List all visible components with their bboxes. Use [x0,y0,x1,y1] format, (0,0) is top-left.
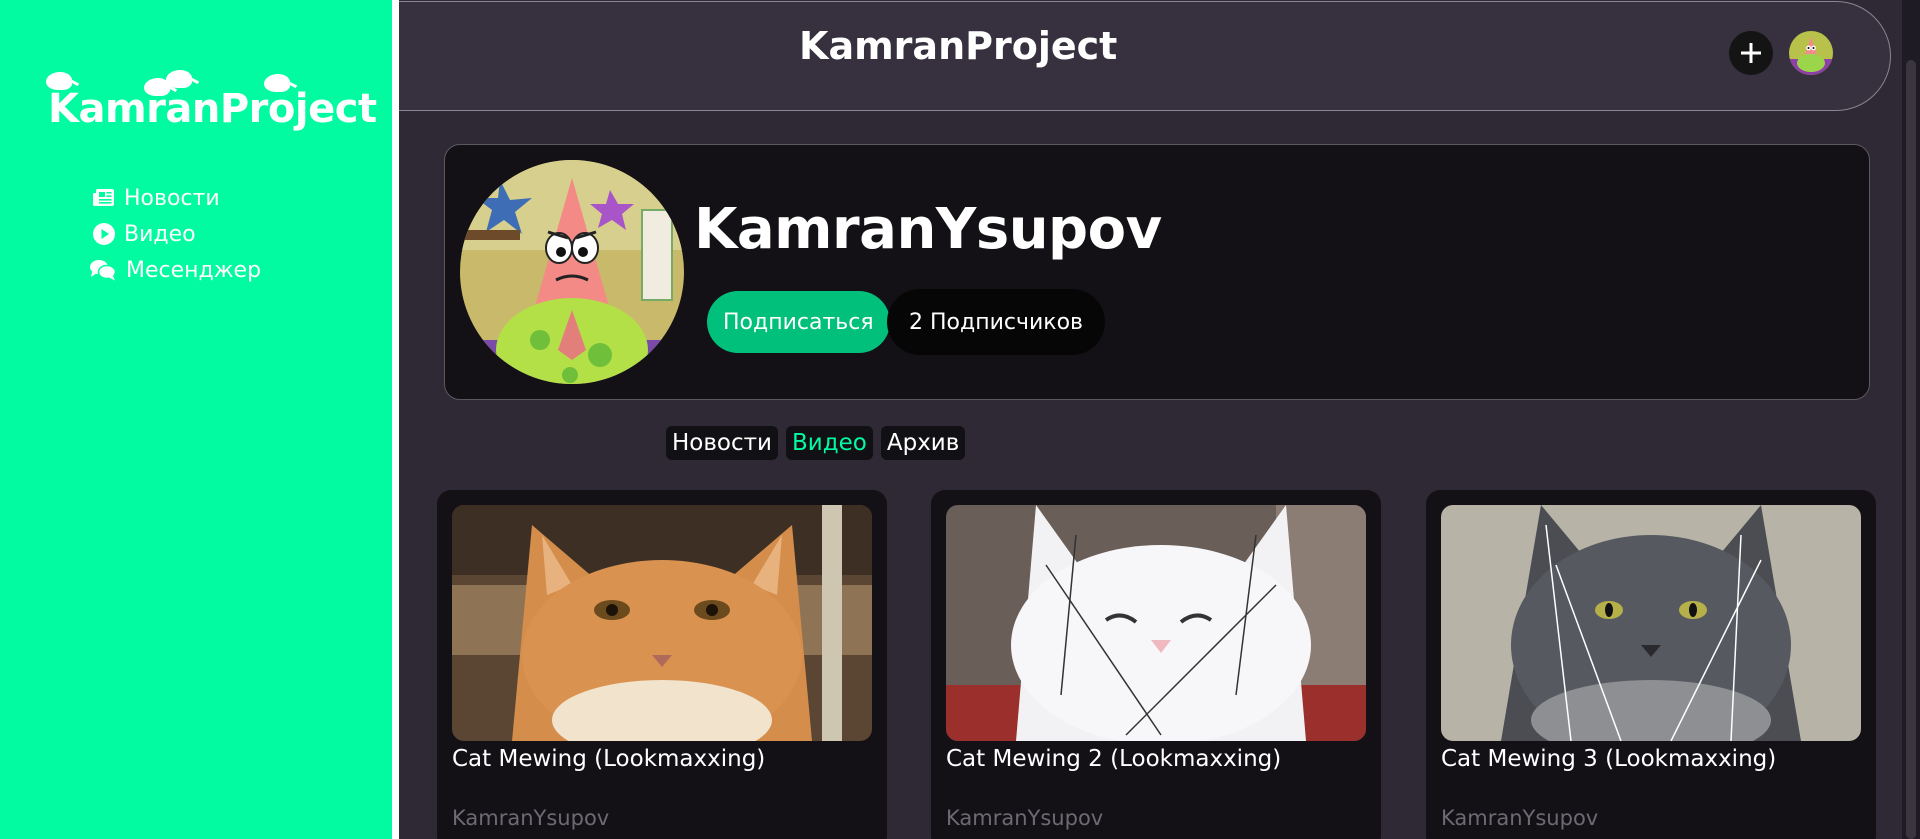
plus-icon [1741,43,1761,63]
tab-news[interactable]: Новости [666,426,778,460]
sidebar-item-messenger[interactable]: Месенджер [88,252,261,288]
add-button[interactable] [1729,31,1773,75]
video-title[interactable]: Cat Mewing (Lookmaxxing) [452,746,765,772]
scrollbar[interactable] [1902,0,1920,839]
video-thumbnail[interactable] [1441,505,1861,741]
video-thumbnail[interactable] [946,505,1366,741]
logo[interactable]: KamranProject [46,70,377,132]
video-author[interactable]: KamranYsupov [946,806,1103,830]
main-content: KamranProject KamranYsupov Подписаться 2… [399,0,1920,839]
newspaper-icon [93,189,114,206]
profile-avatar [460,160,684,384]
patrick-avatar-image [460,160,684,384]
avatar-image [1789,31,1833,75]
orange-cat-image [452,505,872,741]
video-card[interactable]: Cat Mewing (Lookmaxxing) KamranYsupov [437,490,887,839]
video-card[interactable]: Cat Mewing 3 (Lookmaxxing) KamranYsupov [1426,490,1876,839]
page-title: KamranProject [799,24,1118,68]
sidebar-nav: Новости Видео Месенджер [90,180,261,288]
user-avatar[interactable] [1789,31,1833,75]
sidebar-divider [392,0,399,839]
chat-bubbles-icon [90,260,117,281]
sidebar-item-label: Новости [124,185,220,211]
scrollbar-thumb[interactable] [1906,60,1916,839]
profile-name: KamranYsupov [694,197,1162,262]
video-author[interactable]: KamranYsupov [1441,806,1598,830]
sidebar-item-label: Видео [124,221,196,247]
video-card[interactable]: Cat Mewing 2 (Lookmaxxing) KamranYsupov [931,490,1381,839]
logo-text: KamranProject [48,86,377,132]
white-cat-image [946,505,1366,741]
profile-tabs: Новости Видео Архив [666,426,966,460]
kiwi-bird-icon [46,72,72,90]
kiwi-bird-icon [264,74,290,92]
play-circle-icon [93,223,115,245]
sidebar: KamranProject Новости Видео Месенджер [0,0,392,839]
kiwi-bird-icon [166,70,192,88]
subscribers-count: 2 Подписчиков [887,289,1105,355]
video-title[interactable]: Cat Mewing 3 (Lookmaxxing) [1441,746,1776,772]
profile-card: KamranYsupov Подписаться 2 Подписчиков [444,144,1870,400]
sidebar-item-video[interactable]: Видео [92,216,261,252]
video-author[interactable]: KamranYsupov [452,806,609,830]
sidebar-item-label: Месенджер [126,257,262,283]
tab-video[interactable]: Видео [786,426,873,460]
video-thumbnail[interactable] [452,505,872,741]
video-title[interactable]: Cat Mewing 2 (Lookmaxxing) [946,746,1281,772]
tab-archive[interactable]: Архив [880,426,966,460]
subscribe-button[interactable]: Подписаться [707,291,890,353]
sidebar-item-news[interactable]: Новости [92,180,261,216]
grey-cat-image [1441,505,1861,741]
top-bar: KamranProject [399,1,1891,111]
